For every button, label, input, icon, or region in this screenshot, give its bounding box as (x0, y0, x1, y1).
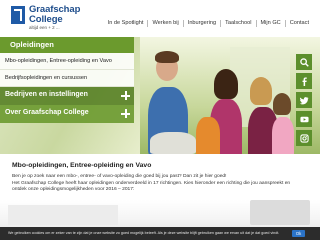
intro-paragraph-1: Ben je op zoek naar een mbo-, entree- of… (12, 174, 227, 179)
nav-item-mijn-gc[interactable]: Mijn GC (255, 20, 285, 27)
logo-tagline: altijd een + 2 ... (29, 25, 60, 30)
nav-item-taalschool[interactable]: Taalschool (220, 20, 255, 27)
facebook-icon[interactable] (296, 73, 312, 89)
cookie-bar: We gebruiken cookies om er zeker van te … (0, 227, 320, 240)
logo-mark-icon (11, 6, 25, 24)
menu-section-bedrijven-label: Bedrijven en instellingen (5, 91, 88, 98)
search-icon[interactable] (296, 54, 312, 70)
site-header: Graafschap College altijd een + 2 ... In… (0, 0, 320, 37)
plus-icon[interactable] (121, 109, 130, 118)
menu-section-bedrijven[interactable]: Bedrijven en instellingen (0, 87, 134, 105)
intro-paragraph-3: ontdek onze opleidingsmogelijkheden voor… (12, 187, 135, 193)
nav-item-contact[interactable]: Contact (284, 20, 313, 27)
social-icon-column (296, 54, 312, 149)
top-navigation: In de Spotlight Werken bij Inburgering T… (104, 20, 313, 27)
nav-item-spotlight[interactable]: In de Spotlight (104, 20, 148, 27)
cookie-text: We gebruiken cookies om er zeker van te … (8, 231, 280, 235)
twitter-icon[interactable] (296, 92, 312, 108)
hero-banner: Opleidingen Mbo-opleidingen, Entree-ople… (0, 37, 320, 154)
menu-section-over[interactable]: Over Graafschap College (0, 105, 134, 123)
menu-section-over-label: Over Graafschap College (5, 109, 89, 116)
nav-item-inburgering[interactable]: Inburgering (182, 20, 220, 27)
lower-content-block (8, 205, 118, 225)
hero-menu: Opleidingen Mbo-opleidingen, Entree-ople… (0, 37, 134, 154)
logo[interactable]: Graafschap College altijd een + 2 ... (11, 5, 80, 31)
logo-line-2: College (29, 13, 63, 25)
logo-text: Graafschap College altijd een + 2 ... (29, 5, 80, 31)
cookie-ok-button[interactable]: Ok (292, 230, 305, 237)
main-content: Mbo-opleidingen, Entree-opleiding en Vav… (12, 162, 308, 194)
menu-header-opleidingen[interactable]: Opleidingen (0, 37, 134, 53)
instagram-icon[interactable] (296, 130, 312, 146)
youtube-icon[interactable] (296, 111, 312, 127)
page-title: Mbo-opleidingen, Entree-opleiding en Vav… (12, 162, 152, 169)
lower-content-image (250, 200, 310, 225)
plus-icon[interactable] (121, 91, 130, 100)
menu-item-mbo[interactable]: Mbo-opleidingen, Entree-opleiding en Vav… (0, 53, 134, 70)
nav-item-werken-bij[interactable]: Werken bij (147, 20, 182, 27)
menu-item-bedrijfsopleidingen[interactable]: Bedrijfsopleidingen en cursussen (0, 70, 134, 87)
